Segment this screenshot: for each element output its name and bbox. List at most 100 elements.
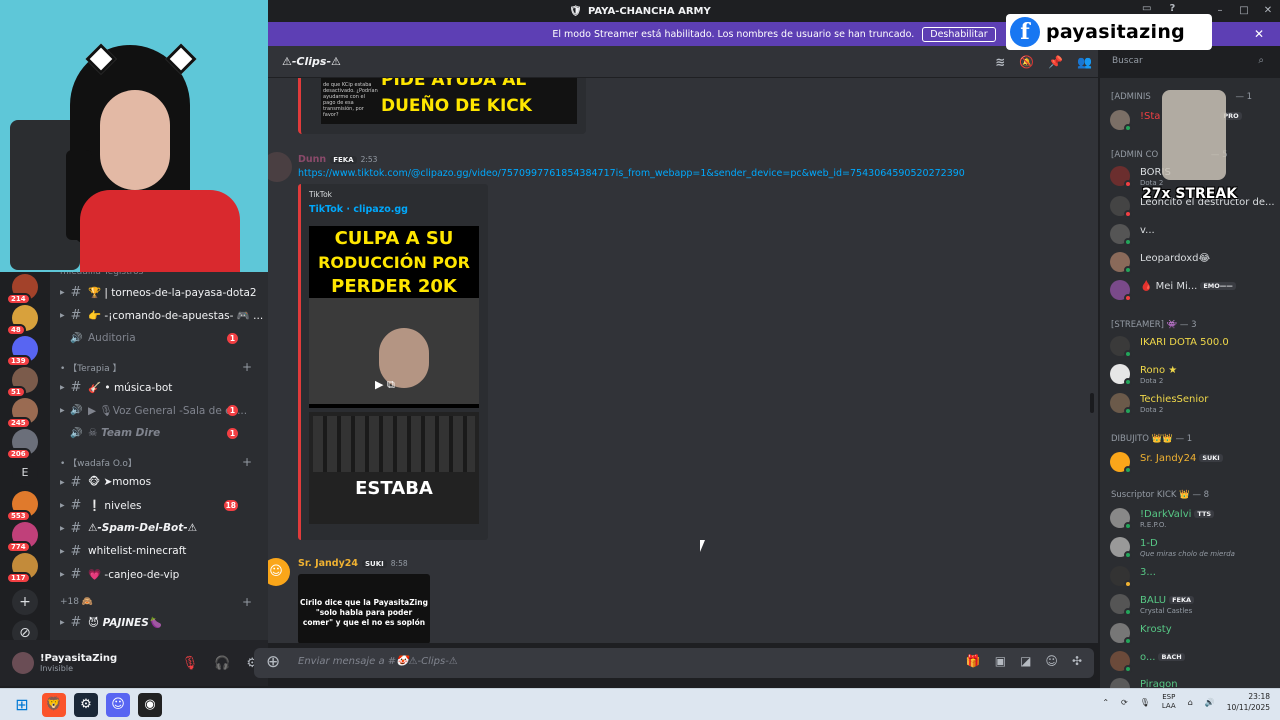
message-list: de que KCip estaba desactivado. ¿Podrían… xyxy=(268,78,1098,643)
member-category: Suscriptor KICK 👑 — 8 xyxy=(1111,490,1210,500)
channel-item[interactable]: 🔊 Auditoria 1 xyxy=(50,327,268,349)
member-item[interactable]: o... BACH xyxy=(1110,649,1280,675)
add-channel-icon[interactable]: + xyxy=(242,360,252,374)
member-item[interactable]: IKARI DOTA 500.0 xyxy=(1110,334,1280,360)
language-indicator[interactable]: ESP LAA xyxy=(1162,693,1176,711)
member-item[interactable]: Piragon xyxy=(1110,676,1280,688)
channel-item[interactable]: ▶ # 🏆 | torneos-de-la-payasa-dota2 xyxy=(50,281,268,303)
member-item[interactable]: v... xyxy=(1110,222,1280,248)
video-thumbnail[interactable]: ESTABA xyxy=(309,412,479,524)
sticker-icon[interactable]: ◪ xyxy=(1020,654,1031,668)
server-item[interactable]: 48 xyxy=(6,305,38,336)
member-item[interactable]: 3... xyxy=(1110,564,1280,590)
image-embed[interactable]: de que KCip estaba desactivado. ¿Podrían… xyxy=(298,78,586,134)
server-item[interactable]: 139 xyxy=(6,336,38,367)
message-author[interactable]: Sr. Jandy24 xyxy=(298,558,358,569)
mute-mic-icon[interactable]: 🎙 xyxy=(182,656,199,671)
facebook-overlay: f payasitazing xyxy=(1006,14,1212,50)
server-icon: 🛡 xyxy=(569,5,582,17)
scrollbar[interactable] xyxy=(1090,393,1094,413)
close-button[interactable]: ✕ xyxy=(1256,0,1280,22)
message-author[interactable]: Dunn xyxy=(298,154,326,165)
avatar[interactable] xyxy=(12,652,34,674)
server-item[interactable]: 206 xyxy=(6,429,38,460)
server-item[interactable]: 117 xyxy=(6,553,38,584)
pin-icon[interactable]: 📌 xyxy=(1048,55,1063,69)
avatar[interactable] xyxy=(268,152,292,182)
category-18[interactable]: +18 🙈 + xyxy=(60,594,260,610)
channel-item[interactable]: ▶ # 💗 -canjeo-de-vip xyxy=(50,563,268,585)
add-server-icon[interactable]: + xyxy=(12,589,38,615)
member-item[interactable]: Leopardoxd😂 xyxy=(1110,250,1280,276)
play-icon[interactable]: ▶ ⧉ xyxy=(375,378,395,392)
member-item[interactable]: !DarkValvi TTS R.E.P.O. xyxy=(1110,506,1280,532)
embed-title[interactable]: TikTok · clipazo.gg xyxy=(309,204,408,215)
channel-item[interactable]: ▶ # whitelist-minecraft xyxy=(50,540,268,562)
server-item[interactable]: 214 xyxy=(6,274,38,305)
category-wadafa[interactable]: • 【wadafa O.o】 + xyxy=(60,454,260,470)
member-item[interactable]: Sr. Jandy24 SUKI xyxy=(1110,450,1280,476)
close-icon[interactable]: ✕ xyxy=(1254,27,1264,41)
apps-icon[interactable]: ✣ xyxy=(1072,654,1082,668)
brave-browser-icon[interactable]: 🦁 xyxy=(42,693,66,717)
message-link[interactable]: https://www.tiktok.com/@clipazo.gg/video… xyxy=(298,168,965,179)
volume-icon[interactable]: 🔊 xyxy=(1205,698,1215,707)
windows-start-icon[interactable]: ⊞ xyxy=(10,693,34,717)
member-item[interactable]: BALU FEKA Crystal Castles xyxy=(1110,592,1280,618)
notification-bell-icon[interactable]: 🔕 xyxy=(1019,55,1034,69)
maximize-button[interactable]: □ xyxy=(1232,0,1256,22)
channel-item[interactable]: 🔊 ☠ Team Dire 1 xyxy=(50,422,268,444)
network-icon[interactable]: ⌂ xyxy=(1188,698,1193,707)
member-item[interactable]: TechiesSenior Dota 2 xyxy=(1110,391,1280,417)
help-icon[interactable]: ? xyxy=(1169,3,1175,14)
embed-small-text: de que KCip estaba desactivado. ¿Podrían… xyxy=(323,82,378,118)
image-attachment[interactable]: Cirilo dice que la PayasitaZing "solo ha… xyxy=(298,574,430,643)
microphone-icon[interactable]: 🎙 xyxy=(1140,698,1150,707)
add-channel-icon[interactable]: + xyxy=(242,595,252,609)
member-name: Krosty xyxy=(1140,624,1172,635)
channel-item[interactable]: ▶ # ⚠-Spam-Del-Bot-⚠ xyxy=(50,517,268,539)
hash-icon: # xyxy=(70,284,82,300)
clock[interactable]: 23:18 10/11/2025 xyxy=(1227,691,1270,713)
chevron-up-icon[interactable]: ⌃ xyxy=(1102,698,1109,707)
steam-icon[interactable]: ⚙ xyxy=(74,693,98,717)
sync-icon[interactable]: ⟳ xyxy=(1121,698,1128,707)
headphones-icon[interactable]: 🎧 xyxy=(214,656,230,671)
threads-icon[interactable]: ≋ xyxy=(995,55,1005,69)
channel-list: mieaallia Tegistros ▶ # 🏆 | torneos-de-la-… xyxy=(50,267,268,640)
message-composer[interactable]: ⊕ Enviar mensaje a #🤡⚠-Clips-⚠ 🎁 ▣ ◪ ☺ ✣ xyxy=(254,648,1094,678)
channel-item[interactable]: ▶ # ❕ niveles 18 xyxy=(50,494,268,516)
channel-item[interactable]: ▶ 🔊 ▶ 🎙Voz General -Sala de es... 1 xyxy=(50,399,268,421)
inbox-icon[interactable]: ▭ xyxy=(1142,3,1151,14)
member-item[interactable]: 🩸 Mei Mi... EMO—— xyxy=(1110,278,1280,304)
discord-avatar-icon[interactable]: ☺ xyxy=(268,558,290,586)
channel-item[interactable]: ▶ # 😈 PAJINES🍆 xyxy=(50,611,268,633)
server-item-letter[interactable]: E xyxy=(12,460,38,486)
search-input[interactable]: Buscar ⌕ xyxy=(1106,52,1270,72)
member-list-icon[interactable]: 👥 xyxy=(1077,55,1092,69)
embed-caption: PIDE AYUDA AL xyxy=(381,78,527,90)
server-item[interactable]: 245 xyxy=(6,398,38,429)
server-item[interactable]: 51 xyxy=(6,367,38,398)
member-item[interactable]: 1-D Que miras cholo de mierda xyxy=(1110,535,1280,561)
attach-plus-icon[interactable]: ⊕ xyxy=(266,652,280,672)
emoji-icon[interactable]: ☺ xyxy=(1045,654,1058,668)
gift-icon[interactable]: 🎁 xyxy=(966,654,981,668)
disable-button[interactable]: Deshabilitar xyxy=(922,26,996,42)
message-header: Dunn FEKA 2:53 xyxy=(298,154,377,165)
server-item[interactable]: 774 xyxy=(6,522,38,553)
user-info[interactable]: !PayasitaZing Invisible xyxy=(40,653,117,673)
add-channel-icon[interactable]: + xyxy=(242,455,252,469)
video-thumbnail[interactable]: CULPA A SU RODUCCIÓN POR PERDER 20K ▶ ⧉ xyxy=(309,226,479,408)
system-tray: ⌃ ⟳ 🎙 ESP LAA ⌂ 🔊 23:18 10/11/2025 xyxy=(1102,691,1270,713)
channel-item[interactable]: ▶ # 🎸 • música-bot xyxy=(50,376,268,398)
discord-icon[interactable]: ☺ xyxy=(106,693,130,717)
channel-item[interactable]: ▶ # 👉 -¡comando-de-apuestas- 🎮 ... xyxy=(50,304,268,326)
member-item[interactable]: Krosty xyxy=(1110,621,1280,647)
server-item[interactable]: 553 xyxy=(6,491,38,522)
category-terapia[interactable]: • 【Terapia 】 + xyxy=(60,359,260,375)
obs-icon[interactable]: ◉ xyxy=(138,693,162,717)
channel-item[interactable]: ▶ # 🐵 ➤momos xyxy=(50,471,268,493)
member-item[interactable]: Rono ★ Dota 2 xyxy=(1110,362,1280,388)
gif-icon[interactable]: ▣ xyxy=(995,654,1006,668)
